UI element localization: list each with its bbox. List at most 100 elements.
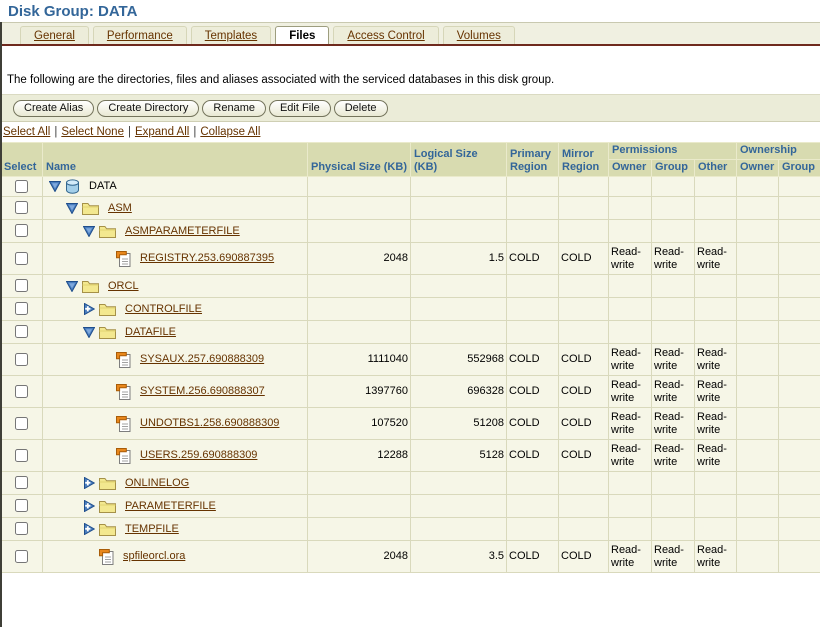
file-link[interactable]: SYSAUX.257.690888309 <box>140 353 264 365</box>
tab-templates[interactable]: Templates <box>190 26 272 44</box>
row-checkbox[interactable] <box>15 476 28 490</box>
ownership-group-cell <box>778 274 820 298</box>
file-link[interactable]: spfileorcl.ora <box>123 550 185 562</box>
row-checkbox[interactable] <box>15 352 28 366</box>
logical-size-cell <box>410 196 507 220</box>
row-checkbox[interactable] <box>15 224 28 238</box>
expand-node-icon[interactable] <box>83 303 98 315</box>
perm-owner-cell <box>608 494 652 518</box>
table-row: ONLINELOG <box>0 471 820 495</box>
row-checkbox[interactable] <box>15 522 28 536</box>
table-row: TEMPFILE <box>0 517 820 541</box>
expand-node-icon[interactable] <box>83 477 98 489</box>
collapse-node-icon[interactable] <box>66 280 81 292</box>
collapse-node-icon[interactable] <box>49 181 64 192</box>
physical-size-cell: 2048 <box>307 242 411 275</box>
row-checkbox[interactable] <box>15 325 28 339</box>
physical-size-cell <box>307 219 411 243</box>
perm-other-cell: Read-write <box>694 439 737 472</box>
perm-other-cell: Read-write <box>694 375 737 408</box>
disk-group-name: DATA <box>89 180 117 192</box>
mirror-region-cell <box>558 517 609 541</box>
physical-size-cell: 1397760 <box>307 375 411 408</box>
collapse-node-icon[interactable] <box>83 326 98 338</box>
row-checkbox[interactable] <box>15 179 28 193</box>
file-link[interactable]: UNDOTBS1.258.690888309 <box>140 417 279 429</box>
create-alias-button[interactable]: Create Alias <box>13 100 95 117</box>
perm-owner-cell: Read-write <box>608 242 652 275</box>
primary-region-cell <box>506 274 559 298</box>
tab-volumes[interactable]: Volumes <box>442 26 515 44</box>
physical-size-cell <box>307 297 411 321</box>
table-row: ASMPARAMETERFILE <box>0 219 820 243</box>
tab-label[interactable]: Templates <box>205 30 257 42</box>
table-row: SYSAUX.257.690888309 1111040 552968 COLD… <box>0 343 820 376</box>
tab-label[interactable]: Volumes <box>457 30 501 42</box>
directory-link[interactable]: DATAFILE <box>125 326 176 338</box>
file-icon <box>99 548 114 565</box>
table-row: CONTROLFILE <box>0 297 820 321</box>
row-checkbox[interactable] <box>15 251 28 265</box>
directory-link[interactable]: TEMPFILE <box>125 523 179 535</box>
collapse-all-link[interactable]: Collapse All <box>200 126 260 138</box>
row-checkbox[interactable] <box>15 302 28 316</box>
header-primary-region: Primary Region <box>506 142 559 177</box>
row-checkbox[interactable] <box>15 448 28 462</box>
file-link[interactable]: REGISTRY.253.690887395 <box>140 252 274 264</box>
tab-label[interactable]: Access Control <box>347 30 424 42</box>
row-checkbox[interactable] <box>15 201 28 215</box>
primary-region-cell <box>506 471 559 495</box>
file-link[interactable]: SYSTEM.256.690888307 <box>140 385 265 397</box>
row-checkbox[interactable] <box>15 279 28 293</box>
delete-button[interactable]: Delete <box>333 100 388 117</box>
directory-link[interactable]: ONLINELOG <box>125 477 189 489</box>
perm-other-cell <box>694 196 737 220</box>
tree-node: TEMPFILE <box>45 523 305 536</box>
row-checkbox[interactable] <box>15 416 28 430</box>
tab-general[interactable]: General <box>20 26 89 44</box>
tab-files[interactable]: Files <box>275 26 330 44</box>
expand-node-icon[interactable] <box>83 500 98 512</box>
ownership-owner-cell <box>736 517 779 541</box>
primary-region-cell: COLD <box>506 407 559 440</box>
tab-label[interactable]: Performance <box>107 30 173 42</box>
ownership-group-cell <box>778 439 820 472</box>
directory-link[interactable]: ORCL <box>108 280 139 292</box>
perm-group-cell <box>651 517 695 541</box>
name-cell: CONTROLFILE <box>42 297 308 321</box>
ownership-owner-cell <box>736 320 779 344</box>
directory-link[interactable]: PARAMETERFILE <box>125 500 216 512</box>
rename-button[interactable]: Rename <box>202 100 266 117</box>
tab-label[interactable]: General <box>34 30 75 42</box>
select-none-link[interactable]: Select None <box>61 126 124 138</box>
tab-access-control[interactable]: Access Control <box>333 26 439 44</box>
perm-group-cell <box>651 297 695 321</box>
expand-all-link[interactable]: Expand All <box>135 126 189 138</box>
row-checkbox[interactable] <box>15 384 28 398</box>
row-checkbox[interactable] <box>15 499 28 513</box>
logical-size-cell: 696328 <box>410 375 507 408</box>
perm-owner-cell: Read-write <box>608 407 652 440</box>
tree-node: ASMPARAMETERFILE <box>45 225 305 238</box>
collapse-node-icon[interactable] <box>66 202 81 214</box>
edit-file-button[interactable]: Edit File <box>268 100 331 117</box>
physical-size-cell: 1111040 <box>307 343 411 376</box>
mirror-region-cell <box>558 297 609 321</box>
primary-region-cell: COLD <box>506 439 559 472</box>
directory-link[interactable]: ASM <box>108 202 132 214</box>
title-bar: Disk Group: DATA <box>0 0 820 22</box>
name-cell: PARAMETERFILE <box>42 494 308 518</box>
files-table: Select Name Physical Size (KB) Logical S… <box>0 142 820 573</box>
directory-link[interactable]: CONTROLFILE <box>125 303 202 315</box>
file-link[interactable]: USERS.259.690888309 <box>140 449 257 461</box>
expand-node-icon[interactable] <box>83 523 98 535</box>
perm-owner-cell <box>608 297 652 321</box>
row-checkbox[interactable] <box>15 549 28 563</box>
collapse-node-icon[interactable] <box>83 225 98 237</box>
primary-region-cell: COLD <box>506 343 559 376</box>
select-all-link[interactable]: Select All <box>3 126 50 138</box>
directory-link[interactable]: ASMPARAMETERFILE <box>125 225 240 237</box>
tab-performance[interactable]: Performance <box>92 26 187 44</box>
create-directory-button[interactable]: Create Directory <box>97 100 200 117</box>
primary-region-cell <box>506 517 559 541</box>
